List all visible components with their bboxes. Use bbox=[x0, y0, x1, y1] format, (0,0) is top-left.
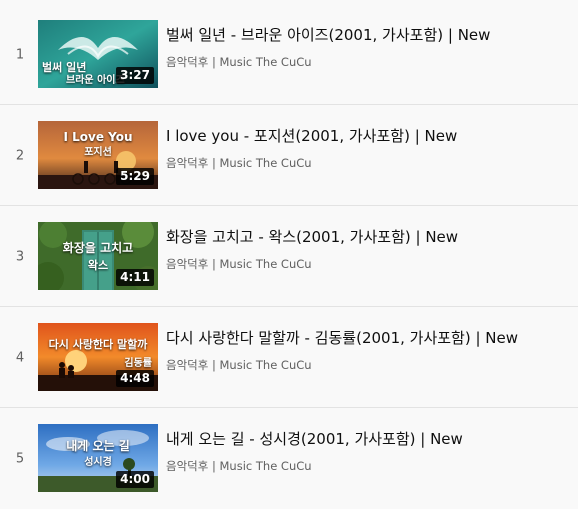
item-index: 3 bbox=[15, 249, 25, 264]
channel-name[interactable]: 음악덕후 | Music The CuCu bbox=[166, 155, 312, 171]
duration-badge: 4:11 bbox=[116, 269, 154, 286]
channel-name[interactable]: 음악덕후 | Music The CuCu bbox=[166, 256, 312, 272]
thumbnail-artist-text: 김동률 bbox=[124, 358, 152, 369]
playlist-item[interactable]: 4 다시 사랑한다 말할까 김동률 4:48 다시 사랑한다 말할까 - 김동률… bbox=[0, 307, 578, 408]
item-index: 5 bbox=[15, 451, 25, 466]
thumbnail-title-text: 화장을 고치고 bbox=[62, 241, 134, 255]
playlist-item[interactable]: 3 화장을 고치고 왁스 4:11 화장을 고치고 - 왁스(2001, 가사포… bbox=[0, 206, 578, 307]
channel-name[interactable]: 음악덕후 | Music The CuCu bbox=[166, 357, 312, 373]
playlist-item[interactable]: 2 I Love You 포지션 5:29 I love you - 포지션(2… bbox=[0, 105, 578, 206]
video-title[interactable]: 다시 사랑한다 말할까 - 김동률(2001, 가사포함) | New bbox=[166, 328, 572, 348]
video-thumbnail[interactable]: 내게 오는 길 성시경 4:00 bbox=[38, 424, 158, 492]
thumbnail-title-text: I Love You bbox=[63, 130, 133, 144]
item-index: 2 bbox=[15, 148, 25, 163]
video-thumbnail[interactable]: 화장을 고치고 왁스 4:11 bbox=[38, 222, 158, 290]
video-thumbnail[interactable]: 벌써 일년 브라운 아이즈 3:27 bbox=[38, 20, 158, 88]
thumbnail-title-text: 내게 오는 길 bbox=[66, 439, 130, 453]
video-title[interactable]: 화장을 고치고 - 왁스(2001, 가사포함) | New bbox=[166, 227, 572, 247]
video-title[interactable]: 벌써 일년 - 브라운 아이즈(2001, 가사포함) | New bbox=[166, 25, 572, 45]
thumbnail-artist-text: 포지션 bbox=[84, 147, 112, 158]
duration-badge: 5:29 bbox=[116, 168, 154, 185]
thumbnail-title-text: 다시 사랑한다 말할까 bbox=[48, 338, 148, 351]
video-title[interactable]: 내게 오는 길 - 성시경(2001, 가사포함) | New bbox=[166, 429, 572, 449]
video-thumbnail[interactable]: 다시 사랑한다 말할까 김동률 4:48 bbox=[38, 323, 158, 391]
video-title[interactable]: I love you - 포지션(2001, 가사포함) | New bbox=[166, 126, 572, 146]
playlist-item[interactable]: 5 내게 오는 길 성시경 4:00 내게 오는 길 - 성시경(2001, 가… bbox=[0, 408, 578, 509]
duration-badge: 4:48 bbox=[116, 370, 154, 387]
channel-name[interactable]: 음악덕후 | Music The CuCu bbox=[166, 54, 312, 70]
channel-name[interactable]: 음악덕후 | Music The CuCu bbox=[166, 458, 312, 474]
playlist: 1 벌써 일년 브라운 아이즈 3:27 벌써 일년 - 브라운 아이즈(200… bbox=[0, 0, 578, 507]
duration-badge: 4:00 bbox=[116, 471, 154, 488]
item-index: 4 bbox=[15, 350, 25, 365]
item-index: 1 bbox=[15, 47, 25, 62]
playlist-item[interactable]: 1 벌써 일년 브라운 아이즈 3:27 벌써 일년 - 브라운 아이즈(200… bbox=[0, 4, 578, 105]
video-thumbnail[interactable]: I Love You 포지션 5:29 bbox=[38, 121, 158, 189]
thumbnail-artist-text: 성시경 bbox=[84, 457, 112, 468]
duration-badge: 3:27 bbox=[116, 67, 154, 84]
